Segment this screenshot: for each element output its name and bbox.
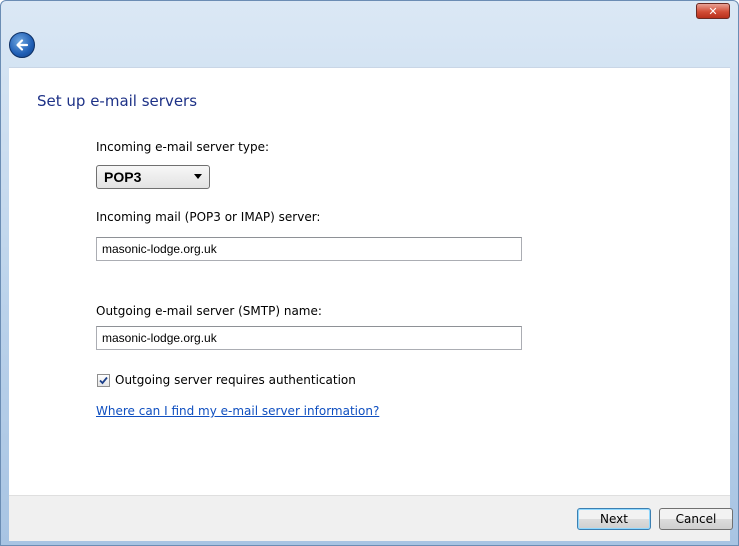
auth-checkbox[interactable]	[97, 374, 110, 387]
back-arrow-icon	[16, 39, 29, 51]
outgoing-server-input[interactable]: masonic-lodge.org.uk	[96, 326, 522, 350]
next-button[interactable]: Next	[577, 508, 651, 530]
footer-bar: Next Cancel	[9, 495, 733, 541]
incoming-server-input[interactable]: masonic-lodge.org.uk	[96, 237, 522, 261]
auth-checkbox-label[interactable]: Outgoing server requires authentication	[115, 373, 356, 387]
close-icon: ✕	[708, 4, 718, 18]
close-button[interactable]: ✕	[696, 3, 730, 19]
outgoing-server-label: Outgoing e-mail server (SMTP) name:	[96, 304, 322, 318]
dialog-window: ✕ Set up e-mail servers Incoming e-mail …	[0, 0, 739, 546]
content-panel: Set up e-mail servers Incoming e-mail se…	[9, 67, 730, 495]
cancel-button[interactable]: Cancel	[659, 508, 733, 530]
dropdown-arrow-icon	[194, 174, 202, 179]
incoming-server-label: Incoming mail (POP3 or IMAP) server:	[96, 210, 321, 224]
page-title: Set up e-mail servers	[37, 92, 198, 110]
incoming-type-label: Incoming e-mail server type:	[96, 140, 270, 154]
back-button[interactable]	[9, 32, 35, 58]
incoming-type-value: POP3	[104, 169, 142, 185]
title-bar[interactable]: ✕	[1, 1, 738, 27]
checkmark-icon	[99, 376, 108, 385]
server-info-link[interactable]: Where can I find my e-mail server inform…	[96, 404, 379, 418]
incoming-type-select[interactable]: POP3	[96, 165, 210, 189]
